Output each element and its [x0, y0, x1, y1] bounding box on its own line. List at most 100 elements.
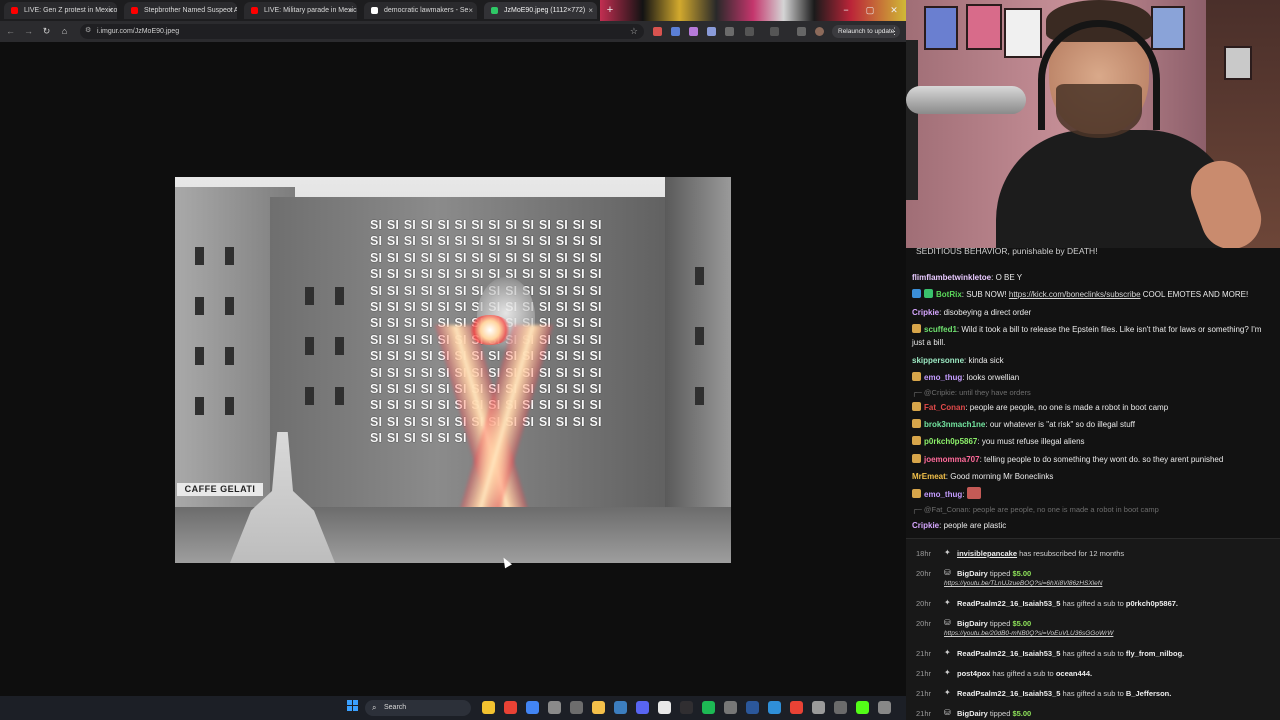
tip-link[interactable]: https://youtu.be/TLnUJzueBOQ?si=6hXi8Vl8… [944, 580, 1102, 587]
chat-username[interactable]: brok3nmach1ne [924, 420, 985, 429]
chrome-icon[interactable] [504, 701, 517, 714]
close-button[interactable]: ✕ [886, 2, 902, 18]
new-tab-button[interactable]: + [604, 3, 616, 17]
event-action: has gifted a sub to [990, 669, 1056, 678]
event-action: tipped [987, 619, 1013, 628]
chat-text: you must refuse illegal aliens [981, 437, 1085, 446]
extension-icon-4[interactable] [707, 27, 716, 36]
browser-tab[interactable]: Stepbrother Named Suspect At × [124, 2, 237, 19]
chat-username[interactable]: emo_thug [924, 373, 962, 382]
building-window [305, 287, 314, 305]
downloads-icon[interactable] [797, 27, 806, 36]
gift-recipient[interactable]: ocean444. [1056, 669, 1092, 678]
tab-favicon-icon [251, 7, 258, 14]
spotify-icon[interactable] [702, 701, 715, 714]
building-window [335, 387, 344, 405]
forward-icon[interactable]: → [22, 25, 35, 38]
menu-dots-icon[interactable]: ⋮ [890, 25, 899, 38]
steam-icon[interactable] [614, 701, 627, 714]
event-username[interactable]: BigDairy [957, 619, 988, 628]
settings-icon[interactable] [878, 701, 891, 714]
tab-close-icon[interactable]: × [588, 2, 593, 19]
extension-icon-3[interactable] [689, 27, 698, 36]
browser-tab[interactable]: LIVE: Military parade in Mexico × [244, 2, 357, 19]
tip-link[interactable]: https://youtu.be/20dB0-mNB0Q?si=VoEuVLU3… [944, 630, 1113, 637]
poster-1 [924, 6, 958, 50]
file-explorer-icon[interactable] [482, 701, 495, 714]
chat-reply-context: ╭─ @Fat_Conan: people are people, no one… [912, 505, 1159, 514]
tab-close-icon[interactable]: × [468, 2, 473, 19]
app-icon[interactable] [548, 701, 561, 714]
building-window [225, 247, 234, 265]
tab-favicon-icon [11, 7, 18, 14]
site-info-icon[interactable]: ⚙ [85, 27, 93, 35]
obs-icon[interactable] [680, 701, 693, 714]
discord-icon[interactable] [636, 701, 649, 714]
home-icon[interactable]: ⌂ [58, 25, 71, 38]
chrome-icon-2[interactable] [526, 701, 539, 714]
chat-username[interactable]: skippersonne [912, 356, 964, 365]
event-action: has gifted a sub to [1060, 689, 1126, 698]
browser-tab[interactable]: JzMoE90.jpeg (1112×772) × [484, 2, 597, 19]
chat-username[interactable]: joemomma707 [924, 455, 980, 464]
event-username[interactable]: ReadPsalm22_16_Isaiah53_5 [957, 599, 1060, 608]
building-window [225, 397, 234, 415]
gamepad-icon[interactable] [570, 701, 583, 714]
minimize-button[interactable]: − [838, 2, 854, 18]
chat-link[interactable]: https://kick.com/boneclinks/subscribe [1009, 290, 1141, 299]
url-text[interactable]: i.imgur.com/JzMoE90.jpeg [97, 24, 179, 39]
chat-username[interactable]: BotRix [936, 290, 962, 299]
extension-icon-1[interactable] [653, 27, 662, 36]
extensions-puzzle-icon[interactable] [745, 27, 754, 36]
kick-icon[interactable] [856, 701, 869, 714]
event-username[interactable]: ReadPsalm22_16_Isaiah53_5 [957, 649, 1060, 658]
folder-icon[interactable] [592, 701, 605, 714]
edge-icon[interactable] [768, 701, 781, 714]
poster-2 [966, 4, 1002, 50]
chat-username[interactable]: MrEmeat [912, 472, 946, 481]
chat-username[interactable]: Cripkie [912, 521, 939, 530]
event-username[interactable]: BigDairy [957, 569, 988, 578]
tool-icon[interactable] [812, 701, 825, 714]
chat-message: MrEmeat: Good morning Mr Boneclinks [912, 472, 1054, 481]
browser-tab[interactable]: LIVE: Gen Z protest in Mexico × [4, 2, 117, 19]
bookmark-star-icon[interactable]: ☆ [630, 24, 638, 39]
chat-username[interactable]: p0rkch0p5867 [924, 437, 977, 446]
chat-username[interactable]: Fat_Conan [924, 403, 965, 412]
address-bar[interactable]: ⚙ i.imgur.com/JzMoE90.jpeg ☆ [80, 24, 644, 39]
event-time: 21hr [916, 649, 932, 658]
app-icon-2[interactable] [724, 701, 737, 714]
chat-username[interactable]: scuffed1 [924, 325, 957, 334]
event-time: 20hr [916, 619, 932, 628]
extension-icon-5[interactable] [725, 27, 734, 36]
event-username[interactable]: BigDairy [957, 709, 988, 718]
gift-recipient[interactable]: fly_from_nilbog. [1126, 649, 1184, 658]
chat-badge-icon [912, 454, 921, 463]
sidepanel-icon[interactable] [770, 27, 779, 36]
event-username[interactable]: invisiblepancake [957, 549, 1017, 558]
profile-avatar[interactable] [815, 27, 824, 36]
chat-username[interactable]: Cripkie [912, 308, 939, 317]
tab-close-icon[interactable]: × [108, 2, 113, 19]
start-button[interactable] [347, 700, 359, 712]
chat-username[interactable]: emo_thug [924, 490, 962, 499]
gift-recipient[interactable]: p0rkch0p5867. [1126, 599, 1178, 608]
event-username[interactable]: ReadPsalm22_16_Isaiah53_5 [957, 689, 1060, 698]
tab-close-icon[interactable]: × [348, 2, 353, 19]
event-time: 20hr [916, 599, 932, 608]
word-icon[interactable] [746, 701, 759, 714]
browser-tab[interactable]: democratic lawmakers - Se × [364, 2, 477, 19]
maximize-button[interactable]: ▢ [862, 2, 878, 18]
chat-username[interactable]: flimflambetwinkletoe [912, 273, 991, 282]
maps-icon[interactable] [790, 701, 803, 714]
taskbar-search[interactable]: ⌕ Search [365, 700, 471, 716]
tab-close-icon[interactable]: × [228, 2, 233, 19]
event-username[interactable]: post4pox [957, 669, 990, 678]
capcut-icon[interactable] [658, 701, 671, 714]
gift-recipient[interactable]: B_Jefferson. [1126, 689, 1171, 698]
back-icon[interactable]: ← [4, 25, 17, 38]
extension-icon-2[interactable] [671, 27, 680, 36]
screen-icon[interactable] [834, 701, 847, 714]
reload-icon[interactable]: ↻ [40, 25, 53, 38]
eye-glow [468, 315, 512, 345]
